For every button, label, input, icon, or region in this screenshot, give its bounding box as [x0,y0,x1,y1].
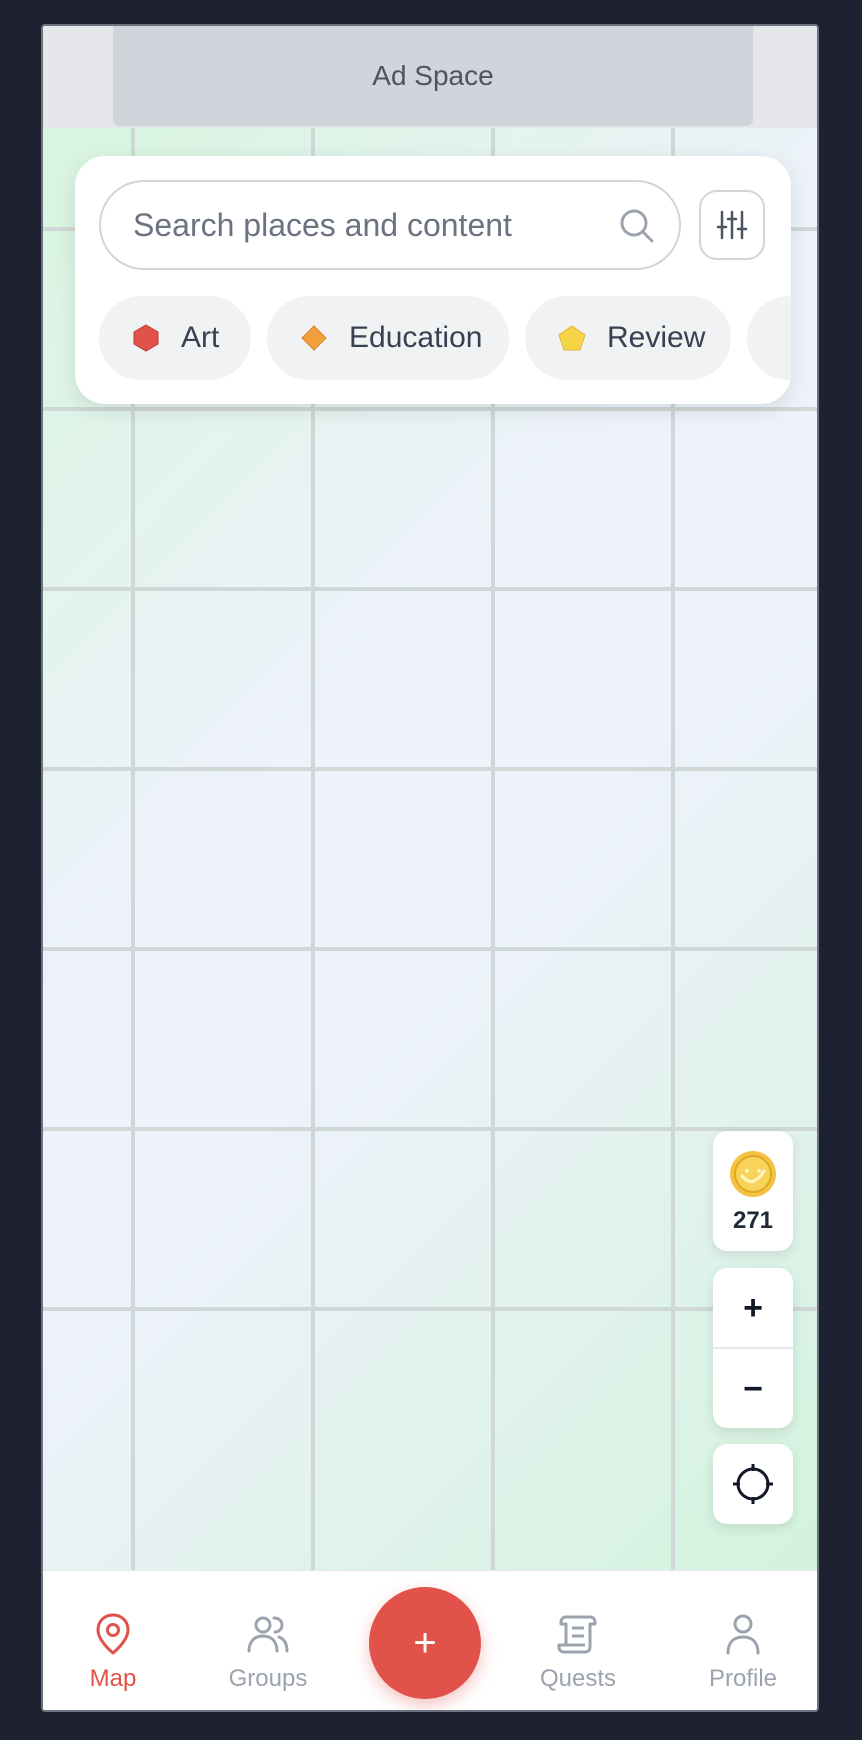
map-grid-line [43,1127,817,1131]
nav-item-quests[interactable]: Quests [508,1571,648,1710]
zoom-in-button[interactable]: + [713,1268,793,1348]
locate-me-button[interactable] [713,1444,793,1524]
scroll-icon [557,1615,597,1654]
chip-more[interactable] [747,296,791,380]
coin-count: 271 [732,1207,774,1234]
nav-item-profile[interactable]: Profile [673,1571,813,1710]
zoom-out-button[interactable]: − [713,1349,793,1428]
diamond-icon [301,325,327,351]
map-grid-line [43,767,817,771]
chip-label: Education [349,321,483,354]
pentagon-icon [558,325,586,351]
nav-label: Profile [708,1665,778,1692]
sliders-icon [716,210,748,240]
chip-review[interactable]: Review [525,296,731,380]
coin-balance[interactable]: 271 [713,1131,793,1251]
filter-button[interactable] [699,190,765,260]
crosshair-icon [733,1464,773,1504]
nav-label: Map [89,1665,137,1692]
map-grid-line [43,587,817,591]
category-chips: Art Education Review [99,296,791,380]
user-icon [726,1614,760,1655]
nav-item-groups[interactable]: Groups [198,1571,338,1710]
hexagon-icon [133,324,159,352]
users-icon [247,1616,289,1653]
create-button[interactable]: + [369,1587,481,1699]
map-grid-line [43,407,817,411]
search-icon[interactable] [617,206,657,246]
ad-label: Ad Space [372,60,494,91]
chip-education[interactable]: Education [267,296,509,380]
zoom-controls: + − [713,1268,793,1428]
coin-icon [730,1151,776,1197]
search-panel: Art Education Review [75,156,791,404]
ad-bar: Ad Space [43,26,817,128]
map-grid-line [43,947,817,951]
bottom-nav: Map Groups + Quests Profile [43,1570,817,1710]
nav-item-map[interactable]: Map [43,1571,183,1710]
chip-label: Review [607,321,706,354]
ad-space[interactable]: Ad Space [113,26,753,126]
app-frame: Ad Space Search places and content Art E… [41,24,819,1712]
map-pin-icon [96,1613,130,1655]
search-box[interactable] [99,180,681,270]
map-grid-line [43,1307,817,1311]
chip-label: Art [181,321,220,354]
nav-label: Quests [539,1665,617,1692]
chip-art[interactable]: Art [99,296,251,380]
nav-label: Groups [228,1665,308,1692]
search-input[interactable] [133,206,593,244]
